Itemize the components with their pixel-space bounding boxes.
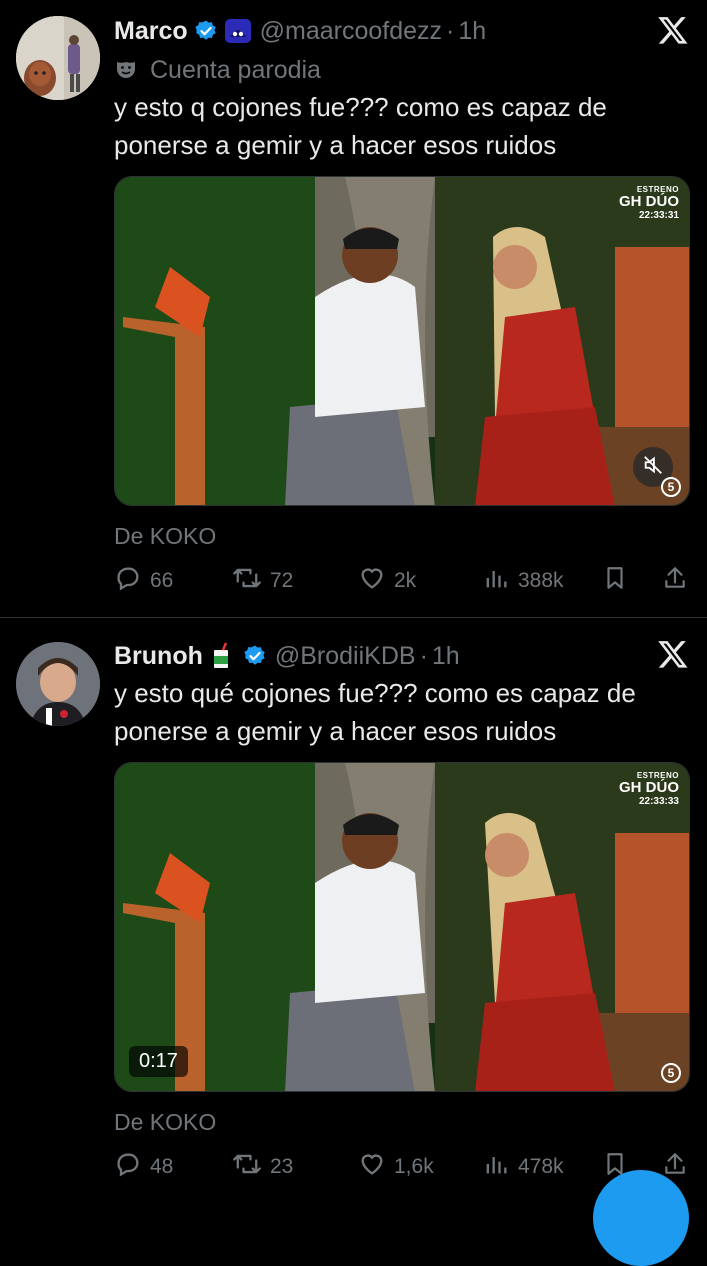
channel-logo: 5 — [661, 1063, 681, 1083]
source-attribution[interactable]: De KOKO — [114, 523, 216, 550]
views-button[interactable]: 388k — [482, 564, 564, 598]
views-chart-icon — [482, 1150, 518, 1184]
action-bar: 48 23 1,6k 478k — [114, 1150, 690, 1184]
separator-dot: · — [419, 641, 428, 670]
repost-icon — [232, 1150, 270, 1184]
compose-fab-button[interactable] — [593, 1170, 689, 1266]
timestamp[interactable]: 1h — [432, 642, 460, 671]
like-button[interactable]: 1,6k — [358, 1150, 434, 1184]
heart-icon — [358, 1150, 394, 1184]
video-player[interactable]: ESTRENO GH DÚO 22:33:31 5 — [114, 176, 690, 506]
badge-time: 22:33:31 — [638, 210, 679, 221]
parody-text: Cuenta parodia — [150, 55, 321, 84]
x-logo-icon — [657, 14, 689, 46]
bookmark-button[interactable] — [602, 564, 636, 598]
timestamp[interactable]: 1h — [458, 17, 486, 46]
tweet-header: Brunoh @BrodiiKDB · 1h — [114, 636, 460, 676]
views-chart-icon — [482, 564, 518, 598]
video-player[interactable]: ESTRENO GH DÚO 22:33:33 0:17 5 — [114, 762, 690, 1092]
share-icon — [662, 564, 696, 598]
heart-icon — [358, 564, 394, 598]
like-count: 2k — [394, 569, 417, 592]
repost-count: 72 — [270, 569, 294, 592]
user-handle[interactable]: @maarcoofdezz — [260, 17, 442, 46]
reply-icon — [114, 564, 150, 598]
source-attribution[interactable]: De KOKO — [114, 1109, 216, 1136]
affiliate-badge-icon — [224, 17, 252, 45]
repost-button[interactable]: 72 — [232, 564, 293, 598]
views-count: 388k — [518, 569, 564, 592]
badge-title: GH DÚO — [619, 193, 679, 210]
avatar[interactable] — [16, 642, 100, 726]
like-button[interactable]: 2k — [358, 564, 416, 598]
verified-badge-icon — [243, 644, 267, 668]
tweet-header: Marco @maarcoofdezz · 1h — [114, 11, 486, 51]
channel-badge: ESTRENO GH DÚO 22:33:33 — [619, 771, 679, 807]
tweet-text: y esto qué cojones fue??? como es capaz … — [114, 678, 636, 746]
theater-mask-icon — [114, 58, 138, 82]
repost-count: 23 — [270, 1155, 294, 1178]
bookmark-icon — [602, 564, 636, 598]
verified-badge-icon — [194, 19, 218, 43]
channel-logo: 5 — [661, 477, 681, 497]
views-count: 478k — [518, 1155, 564, 1178]
juice-box-emoji-icon — [209, 642, 233, 670]
channel-badge: ESTRENO GH DÚO 22:33:31 — [619, 185, 679, 221]
video-duration: 0:17 — [129, 1046, 188, 1077]
like-count: 1,6k — [394, 1155, 434, 1178]
avatar[interactable] — [16, 16, 100, 100]
tweet-card[interactable]: Brunoh @BrodiiKDB · 1h y esto qué cojone… — [0, 618, 707, 1200]
repost-icon — [232, 564, 270, 598]
separator-dot: · — [446, 16, 455, 45]
badge-title: GH DÚO — [619, 779, 679, 796]
tweet-text: y esto q cojones fue??? como es capaz de… — [114, 92, 607, 160]
tweet-card[interactable]: Marco @maarcoofdezz · 1h Cuenta parodia … — [0, 0, 707, 618]
views-button[interactable]: 478k — [482, 1150, 564, 1184]
user-handle[interactable]: @BrodiiKDB — [275, 642, 416, 671]
display-name[interactable]: Marco — [114, 17, 188, 46]
x-logo-icon — [657, 638, 689, 670]
reply-count: 66 — [150, 569, 174, 592]
badge-time: 22:33:33 — [638, 796, 679, 807]
video-thumbnail — [115, 763, 689, 1091]
reply-button[interactable]: 48 — [114, 1150, 173, 1184]
share-button[interactable] — [662, 564, 696, 598]
reply-icon — [114, 1150, 150, 1184]
repost-button[interactable]: 23 — [232, 1150, 293, 1184]
reply-button[interactable]: 66 — [114, 564, 173, 598]
action-bar: 66 72 2k 388k — [114, 564, 690, 598]
reply-count: 48 — [150, 1155, 174, 1178]
parody-label: Cuenta parodia — [114, 54, 321, 86]
display-name[interactable]: Brunoh — [114, 642, 203, 671]
video-thumbnail — [115, 177, 689, 505]
speaker-muted-icon — [642, 454, 664, 481]
